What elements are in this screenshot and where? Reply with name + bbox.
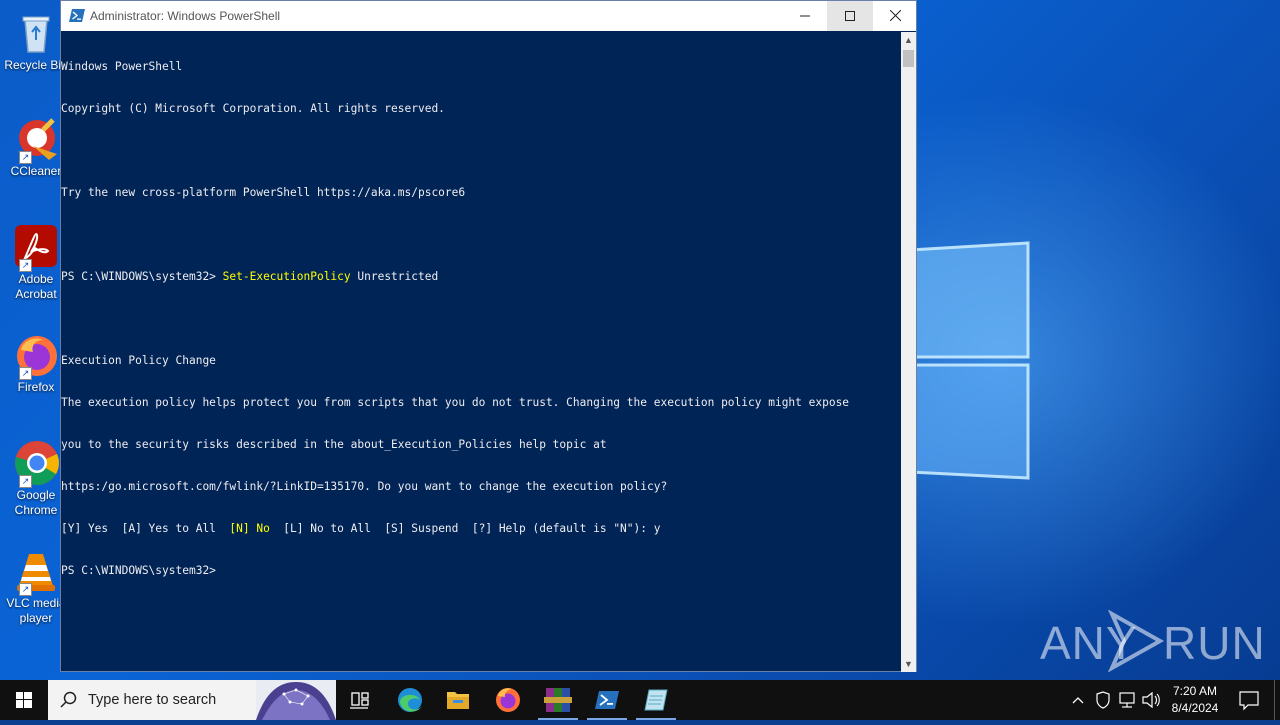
window-title: Administrator: Windows PowerShell [90, 9, 281, 23]
notepad-icon [644, 689, 668, 711]
maximize-button[interactable] [827, 1, 873, 31]
close-icon [889, 9, 901, 22]
console-command: Set-ExecutionPolicy [222, 270, 351, 283]
icon-label: VLC media player [6, 596, 66, 625]
taskbar-edge[interactable] [386, 680, 434, 720]
task-view-button[interactable] [336, 680, 384, 720]
shortcut-arrow-icon: ↗ [19, 367, 32, 380]
powershell-icon [69, 9, 85, 22]
vertical-scrollbar[interactable]: ▲ ▼ [901, 32, 916, 672]
icon-label: CCleaner [10, 164, 62, 178]
icon-label: Adobe Acrobat [15, 272, 57, 301]
console-line: https:/go.microsoft.com/fwlink/?LinkID=1… [61, 480, 668, 493]
windows-start-icon [16, 692, 32, 708]
shortcut-arrow-icon: ↗ [19, 583, 32, 596]
taskbar-file-explorer[interactable] [434, 680, 482, 720]
task-view-icon [350, 692, 369, 709]
console-line: Execution Policy Change [61, 354, 216, 367]
volume-icon [1142, 691, 1160, 709]
close-button[interactable] [872, 1, 918, 31]
file-explorer-icon [447, 692, 469, 709]
desktop-icon-vlc[interactable]: ↗ VLC media player [4, 548, 68, 626]
winrar-icon [544, 688, 572, 712]
clock-date: 8/4/2024 [1171, 701, 1219, 715]
window-titlebar[interactable]: Administrator: Windows PowerShell [61, 1, 916, 31]
desktop-icon-firefox[interactable]: ↗ Firefox [4, 332, 68, 395]
desktop-icon-adobe-acrobat[interactable]: ↗ Adobe Acrobat [4, 224, 68, 302]
taskbar-powershell[interactable] [583, 680, 631, 720]
desktop-icon-ccleaner[interactable]: ↗ CCleaner [4, 116, 68, 179]
windows-logo-wallpaper [910, 241, 1030, 480]
start-button[interactable] [0, 680, 48, 720]
powershell-icon [595, 691, 619, 709]
network-icon [1119, 692, 1135, 708]
tray-network[interactable] [1116, 680, 1138, 720]
icon-label: Firefox [17, 380, 55, 394]
console-command-arg: Unrestricted [350, 270, 439, 283]
shortcut-arrow-icon: ↗ [19, 259, 32, 272]
ccleaner-icon: ↗ [13, 116, 59, 164]
taskbar-firefox[interactable] [484, 680, 532, 720]
adobe-acrobat-icon: ↗ [13, 224, 59, 272]
chrome-icon: ↗ [13, 440, 59, 488]
shortcut-arrow-icon: ↗ [19, 151, 32, 164]
minimize-button[interactable] [782, 1, 828, 31]
console-command-line: PS C:\WINDOWS\system32> Set-ExecutionPol… [61, 270, 899, 284]
taskbar: Type here to search 7:20 AM 8/4/2024 [0, 680, 1280, 720]
search-placeholder: Type here to search [88, 692, 217, 708]
chevron-up-icon [1072, 697, 1084, 704]
clock-time: 7:20 AM [1172, 684, 1218, 698]
console-prompt: PS C:\WINDOWS\system32> [61, 270, 223, 283]
desktop-icon-recycle-bin[interactable]: Recycle Bin [4, 10, 68, 73]
vlc-icon: ↗ [13, 548, 59, 596]
powershell-window[interactable]: Administrator: Windows PowerShell Window… [60, 0, 917, 672]
console-output[interactable]: Windows PowerShell Copyright (C) Microso… [61, 32, 899, 672]
icon-label: Recycle Bin [4, 58, 68, 72]
maximize-icon [845, 11, 855, 21]
action-center-button[interactable] [1234, 680, 1264, 720]
tray-volume[interactable] [1140, 680, 1162, 720]
show-desktop-button[interactable] [1274, 680, 1280, 720]
firefox-icon: ↗ [13, 332, 59, 380]
console-choices-line: [Y] Yes [A] Yes to All [N] No [L] No to … [61, 522, 899, 536]
console-line: Windows PowerShell [61, 60, 183, 73]
console-line: you to the security risks described in t… [61, 438, 607, 451]
console-current-prompt[interactable]: PS C:\WINDOWS\system32> [61, 564, 899, 578]
shortcut-arrow-icon: ↗ [19, 475, 32, 488]
security-shield-icon [1096, 691, 1110, 709]
edge-icon [398, 688, 422, 712]
firefox-icon [496, 688, 520, 712]
tray-defender[interactable] [1093, 680, 1113, 720]
icon-label: Google Chrome [14, 488, 58, 517]
notification-icon [1239, 691, 1259, 711]
console-line: Copyright (C) Microsoft Corporation. All… [61, 102, 445, 115]
search-highlight-art-icon [256, 680, 336, 720]
desktop-icon-google-chrome[interactable]: ↗ Google Chrome [4, 440, 68, 518]
choices-before: [Y] Yes [A] Yes to All [61, 522, 230, 535]
console-line: Try the new cross-platform PowerShell ht… [61, 186, 466, 199]
recycle-bin-icon [13, 10, 59, 56]
minimize-icon [800, 15, 810, 17]
choices-after: [L] No to All [S] Suspend [?] Help (defa… [269, 522, 661, 535]
scroll-down-arrow-icon[interactable]: ▼ [901, 656, 916, 672]
scrollbar-thumb[interactable] [903, 50, 914, 67]
console-line: The execution policy helps protect you f… [61, 396, 850, 409]
show-hidden-icons-button[interactable] [1068, 680, 1088, 720]
taskbar-clock[interactable]: 7:20 AM 8/4/2024 [1160, 683, 1230, 717]
search-icon [60, 691, 77, 708]
taskbar-search-box[interactable]: Type here to search [48, 680, 336, 720]
choices-default: [N] No [229, 522, 270, 535]
anyrun-watermark: ANY RUN [1040, 608, 1265, 678]
scroll-up-arrow-icon[interactable]: ▲ [901, 32, 916, 48]
taskbar-winrar[interactable] [534, 680, 582, 720]
taskbar-notepad[interactable] [632, 680, 680, 720]
